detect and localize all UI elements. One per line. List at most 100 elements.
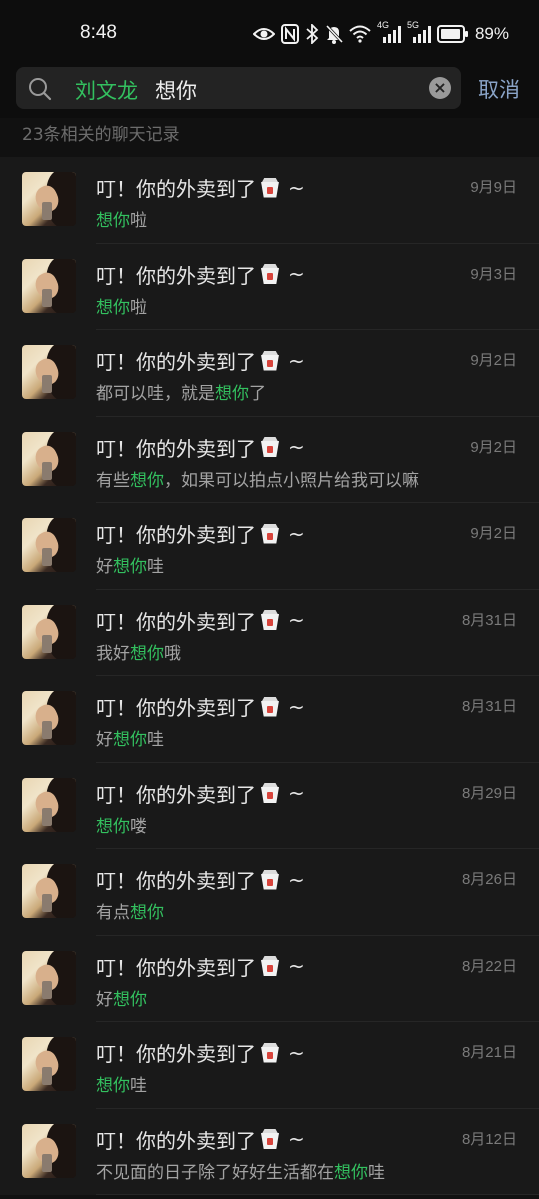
result-row[interactable]: 叮！你的外卖到了 ~ 9月3日 想你啦 xyxy=(0,243,539,330)
result-row[interactable]: 叮！你的外卖到了 ~ 8月31日 我好想你哦 xyxy=(0,589,539,676)
avatar xyxy=(22,1123,76,1178)
avatar xyxy=(22,1037,76,1091)
message-snippet: 都可以哇，就是想你了 xyxy=(96,379,266,404)
result-row[interactable]: 叮！你的外卖到了 ~ 9月9日 想你啦 xyxy=(0,157,539,244)
search-contact-chip[interactable]: 刘文龙 xyxy=(75,75,138,105)
snippet-before: 都可以哇，就是 xyxy=(96,384,215,404)
snippet-after: 哇 xyxy=(147,557,164,577)
message-snippet: 想你哇 xyxy=(96,1071,147,1096)
message-snippet: 想你啦 xyxy=(96,293,147,318)
contact-name-text: 叮！你的外卖到了 xyxy=(96,609,256,634)
eye-icon xyxy=(252,26,275,42)
status-bar: 8:48 4G 5G 89% xyxy=(0,0,539,66)
contact-name-text: 叮！你的外卖到了 xyxy=(96,782,256,807)
snippet-after: 哇 xyxy=(130,1076,147,1096)
result-row[interactable]: 叮！你的外卖到了 ~ 8月29日 想你喽 xyxy=(0,762,539,849)
takeout-box-icon xyxy=(258,696,282,718)
wifi-icon xyxy=(349,25,371,43)
message-date: 8月22日 xyxy=(461,957,517,975)
snippet-match: 想你 xyxy=(215,384,249,404)
takeout-box-icon xyxy=(258,177,282,199)
snippet-before: 有点 xyxy=(96,903,130,923)
message-date: 8月31日 xyxy=(461,611,517,629)
snippet-match: 想你 xyxy=(113,557,147,577)
message-date: 9月9日 xyxy=(470,179,517,196)
takeout-box-icon xyxy=(258,869,282,891)
snippet-match: 想你 xyxy=(130,470,164,491)
contact-name-suffix: ~ xyxy=(288,521,305,546)
snippet-before: 我好 xyxy=(96,643,130,664)
contact-name-text: 叮！你的外卖到了 xyxy=(96,955,256,980)
contact-name-suffix: ~ xyxy=(288,175,305,200)
message-date: 9月2日 xyxy=(470,525,517,542)
search-query-text[interactable]: 想你 xyxy=(155,75,197,105)
contact-name-suffix: ~ xyxy=(288,348,305,373)
avatar xyxy=(22,950,76,1005)
takeout-box-icon xyxy=(258,782,282,804)
snippet-after: 了 xyxy=(249,384,266,404)
battery-percent: 89% xyxy=(474,24,509,43)
contact-name: 叮！你的外卖到了 ~ xyxy=(96,1125,305,1154)
contact-name-suffix: ~ xyxy=(288,1127,305,1151)
contact-name-text: 叮！你的外卖到了 xyxy=(96,350,256,374)
avatar xyxy=(22,864,76,918)
status-time: 8:48 xyxy=(80,22,117,43)
mute-bell-icon xyxy=(325,24,343,44)
contact-name: 叮！你的外卖到了 ~ xyxy=(96,952,305,981)
contact-name: 叮！你的外卖到了 ~ xyxy=(96,692,305,721)
message-date: 9月2日 xyxy=(470,438,517,456)
result-row[interactable]: 叮！你的外卖到了 ~ 9月2日 都可以哇，就是想你了 xyxy=(0,330,539,417)
takeout-box-icon xyxy=(258,436,282,458)
result-count: 23条相关的聊天记录 xyxy=(22,125,180,145)
search-bar: 刘文龙 想你 × 取消 xyxy=(0,66,539,118)
snippet-match: 想你 xyxy=(96,816,130,837)
contact-name: 叮！你的外卖到了 ~ xyxy=(96,779,305,808)
battery-icon xyxy=(436,25,469,43)
avatar xyxy=(22,431,76,486)
result-list: 叮！你的外卖到了 ~ 9月9日 想你啦 叮！你的外卖到了 ~ 9月3日 想你啦 xyxy=(0,157,539,1195)
snippet-match: 想你 xyxy=(96,1076,130,1096)
takeout-box-icon xyxy=(258,1042,282,1064)
avatar xyxy=(22,345,76,399)
contact-name-suffix: ~ xyxy=(288,954,305,978)
snippet-match: 想你 xyxy=(334,1162,368,1183)
clear-icon[interactable]: × xyxy=(429,77,451,99)
snippet-after: 哇 xyxy=(368,1162,385,1183)
result-row[interactable]: 叮！你的外卖到了 ~ 8月26日 有点想你 xyxy=(0,849,539,936)
snippet-match: 想你 xyxy=(113,989,147,1010)
message-date: 8月21日 xyxy=(461,1044,517,1061)
result-row[interactable]: 叮！你的外卖到了 ~ 8月21日 想你哇 xyxy=(0,1022,539,1109)
message-snippet: 好想你 xyxy=(96,985,147,1010)
contact-name-suffix: ~ xyxy=(288,608,305,632)
search-input[interactable]: 刘文龙 想你 × xyxy=(16,67,461,109)
signal-5g-icon: 5G xyxy=(407,20,431,44)
contact-name-suffix: ~ xyxy=(288,262,305,286)
contact-name-text: 叮！你的外卖到了 xyxy=(96,177,256,201)
message-snippet: 有点想你 xyxy=(96,898,164,923)
cancel-button[interactable]: 取消 xyxy=(478,74,520,104)
takeout-box-icon xyxy=(258,350,282,372)
snippet-match: 想你 xyxy=(96,211,130,231)
message-date: 8月26日 xyxy=(461,871,517,888)
snippet-after: 哇 xyxy=(147,730,164,750)
message-date: 8月31日 xyxy=(461,698,517,715)
avatar xyxy=(22,691,76,745)
contact-name-text: 叮！你的外卖到了 xyxy=(96,523,256,547)
avatar xyxy=(22,518,76,572)
contact-name-suffix: ~ xyxy=(288,781,305,805)
contact-name-suffix: ~ xyxy=(288,867,305,892)
avatar xyxy=(22,604,76,659)
snippet-after: ，如果可以拍点小照片给我可以嘛 xyxy=(164,470,419,491)
contact-name: 叮！你的外卖到了 ~ xyxy=(96,1038,305,1067)
result-row[interactable]: 叮！你的外卖到了 ~ 8月31日 好想你哇 xyxy=(0,676,539,763)
result-row[interactable]: 叮！你的外卖到了 ~ 9月2日 有些想你，如果可以拍点小照片给我可以嘛 xyxy=(0,416,539,503)
snippet-before: 有些 xyxy=(96,470,130,491)
result-row[interactable]: 叮！你的外卖到了 ~ 8月22日 好想你 xyxy=(0,935,539,1022)
status-icons: 4G 5G 89% xyxy=(252,20,509,46)
result-row[interactable]: 叮！你的外卖到了 ~ 8月12日 不见面的日子除了好好生活都在想你哇 xyxy=(0,1108,539,1195)
avatar xyxy=(22,258,76,313)
snippet-before: 好 xyxy=(96,557,113,577)
result-row[interactable]: 叮！你的外卖到了 ~ 9月2日 好想你哇 xyxy=(0,503,539,590)
contact-name: 叮！你的外卖到了 ~ xyxy=(96,865,305,894)
message-snippet: 我好想你哦 xyxy=(96,639,181,664)
